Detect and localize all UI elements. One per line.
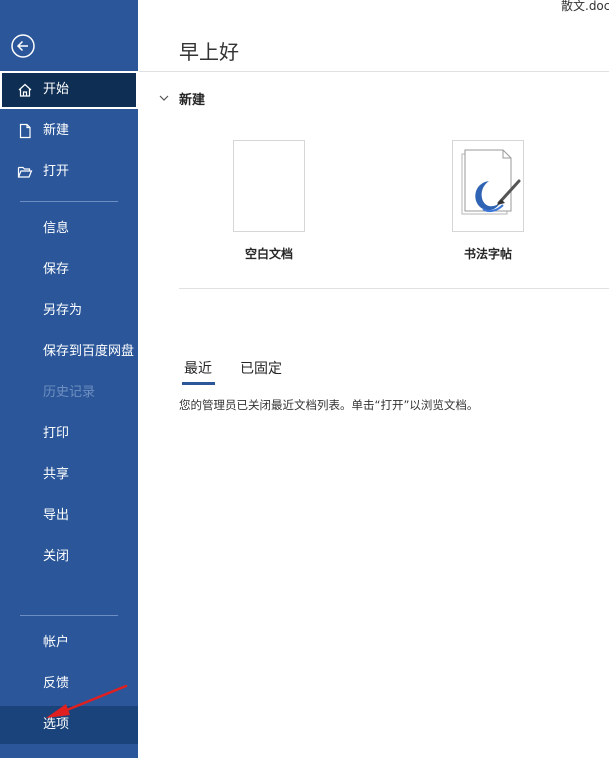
backstage-sidebar: 开始 新建 打开 信息 保存 另存为 保存到百度网盘 历史记录 打印 共享 导出… xyxy=(0,0,138,758)
header-divider xyxy=(139,71,609,72)
section-divider xyxy=(179,288,609,289)
sidebar-divider xyxy=(20,201,118,202)
new-section-title: 新建 xyxy=(179,93,206,108)
tab-pinned[interactable]: 已固定 xyxy=(240,358,282,378)
calligraphy-brush-icon xyxy=(461,149,521,215)
template-label: 书法字帖 xyxy=(464,247,513,261)
sidebar-item-label: 帐户 xyxy=(43,635,70,650)
sidebar-item-share[interactable]: 共享 xyxy=(0,456,138,494)
sidebar-item-history: 历史记录 xyxy=(0,374,138,412)
sidebar-item-label: 导出 xyxy=(43,508,70,523)
sidebar-item-new[interactable]: 新建 xyxy=(0,112,138,150)
sidebar-item-info[interactable]: 信息 xyxy=(0,210,138,248)
new-document-icon xyxy=(19,123,31,139)
page-title: 早上好 xyxy=(179,40,239,64)
sidebar-item-label: 信息 xyxy=(43,221,70,236)
sidebar-item-print[interactable]: 打印 xyxy=(0,415,138,453)
home-icon xyxy=(18,83,32,97)
sidebar-item-label: 保存 xyxy=(43,262,70,277)
back-arrow-icon[interactable] xyxy=(11,34,35,58)
blank-document-icon xyxy=(234,141,304,231)
sidebar-item-save[interactable]: 保存 xyxy=(0,251,138,289)
sidebar-item-label: 打开 xyxy=(43,164,70,179)
sidebar-item-close[interactable]: 关闭 xyxy=(0,538,138,576)
sidebar-item-label: 保存到百度网盘 xyxy=(43,344,135,359)
annotation-arrow-icon xyxy=(46,684,128,718)
sidebar-item-label: 关闭 xyxy=(43,549,70,564)
blank-document-template[interactable] xyxy=(233,140,305,232)
recent-documents-message: 您的管理员已关闭最近文档列表。单击“打开”以浏览文档。 xyxy=(179,398,479,412)
calligraphy-template[interactable] xyxy=(452,140,524,232)
sidebar-item-label: 开始 xyxy=(43,82,70,97)
sidebar-item-open[interactable]: 打开 xyxy=(0,153,138,191)
active-tab-indicator xyxy=(182,382,215,385)
sidebar-item-account[interactable]: 帐户 xyxy=(0,624,138,662)
template-label: 空白文档 xyxy=(245,247,294,261)
sidebar-divider xyxy=(20,615,118,616)
chevron-down-icon[interactable] xyxy=(158,92,170,104)
sidebar-item-label: 另存为 xyxy=(43,303,83,318)
folder-open-icon xyxy=(17,166,33,178)
sidebar-item-label: 新建 xyxy=(43,123,70,138)
sidebar-item-label: 共享 xyxy=(43,467,70,482)
sidebar-item-export[interactable]: 导出 xyxy=(0,497,138,535)
document-filename: 散文.doc xyxy=(561,0,609,13)
sidebar-item-save-baidu[interactable]: 保存到百度网盘 xyxy=(0,333,138,371)
sidebar-item-save-as[interactable]: 另存为 xyxy=(0,292,138,330)
sidebar-item-home[interactable]: 开始 xyxy=(0,71,138,109)
tab-recent[interactable]: 最近 xyxy=(184,358,212,378)
sidebar-item-label: 历史记录 xyxy=(43,385,96,400)
sidebar-item-label: 打印 xyxy=(43,426,70,441)
